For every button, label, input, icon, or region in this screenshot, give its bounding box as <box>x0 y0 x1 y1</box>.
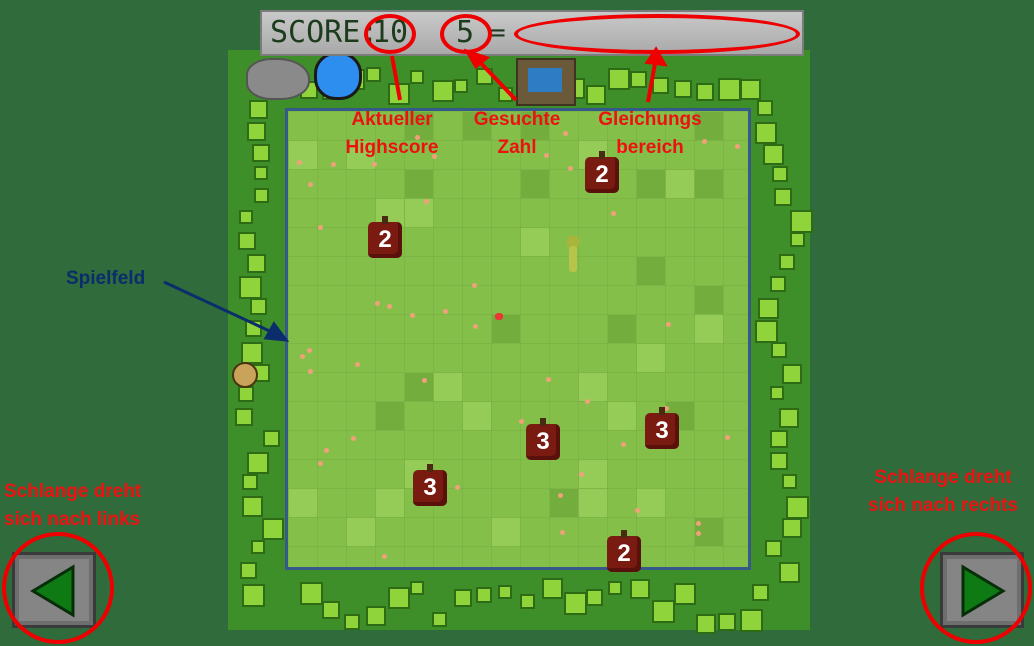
turn-right-annotation: Schlange dreht sich nach rechts <box>868 467 1018 516</box>
highscore-annotation: Aktueller Highscore <box>345 109 439 158</box>
arrow-right-icon <box>961 564 1006 618</box>
arrow-left-icon <box>30 564 75 618</box>
target-annotation: Gesuchte Zahl <box>473 109 561 158</box>
annotation-arrows <box>163 46 668 342</box>
field-annotation: Spielfeld <box>66 268 146 289</box>
turn-left-annotation: Schlange dreht sich nach links <box>4 481 142 530</box>
equation-annotation: Gleichungs bereich <box>598 109 702 158</box>
